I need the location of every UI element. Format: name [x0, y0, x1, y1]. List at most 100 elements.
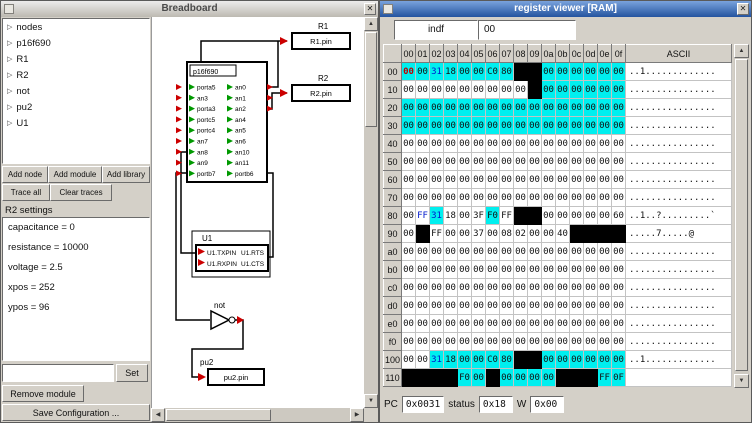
ram-cell[interactable]: 00	[444, 81, 458, 99]
ram-cell[interactable]: 00	[598, 297, 612, 315]
pin-label[interactable]: an5	[235, 128, 246, 135]
scroll-up-icon[interactable]: ▲	[364, 17, 378, 31]
attribute-item[interactable]: resistance = 10000	[3, 238, 149, 258]
ram-cell[interactable]: 00	[612, 315, 626, 333]
ram-cell[interactable]: 00	[570, 207, 584, 225]
ram-cell[interactable]: 00	[444, 279, 458, 297]
ram-cell[interactable]: 02	[514, 225, 528, 243]
ram-cell[interactable]: 00	[528, 369, 542, 387]
ram-cell[interactable]: 00	[402, 81, 416, 99]
ram-cell[interactable]: 00	[444, 99, 458, 117]
pin-label[interactable]: an0	[235, 85, 246, 92]
ram-cell[interactable]: 00	[612, 99, 626, 117]
pin-label[interactable]: an9	[197, 160, 208, 167]
ram-cell[interactable]: 00	[542, 369, 556, 387]
ram-cell[interactable]: 00	[416, 315, 430, 333]
ram-cell[interactable]: 00	[402, 63, 416, 81]
add-library-button[interactable]: Add library	[102, 166, 150, 183]
ram-cell[interactable]: 00	[556, 351, 570, 369]
ram-cell[interactable]: 00	[556, 171, 570, 189]
ram-cell[interactable]: 00	[458, 243, 472, 261]
ram-cell[interactable]: 00	[542, 261, 556, 279]
pin-label[interactable]: portc5	[197, 117, 215, 124]
ram-cell[interactable]: 00	[416, 81, 430, 99]
ram-cell[interactable]: 00	[598, 117, 612, 135]
ram-cell[interactable]: 00	[430, 315, 444, 333]
ram-cell[interactable]: 00	[570, 63, 584, 81]
ram-cell[interactable]: 00	[514, 243, 528, 261]
ram-cell[interactable]: 00	[458, 135, 472, 153]
ram-cell[interactable]: FF	[416, 207, 430, 225]
ram-cell[interactable]: 00	[556, 333, 570, 351]
add-node-button[interactable]: Add node	[2, 166, 48, 183]
ram-cell[interactable]: 00	[486, 171, 500, 189]
expander-icon[interactable]: ▷	[7, 103, 12, 111]
ram-cell[interactable]: 00	[486, 81, 500, 99]
ram-cell[interactable]: 00	[402, 315, 416, 333]
ram-cell[interactable]: 00	[542, 117, 556, 135]
ram-cell[interactable]: 00	[416, 243, 430, 261]
ram-cell[interactable]: 00	[458, 207, 472, 225]
expander-icon[interactable]: ▷	[7, 71, 12, 79]
ram-cell[interactable]: 00	[514, 297, 528, 315]
ram-cell[interactable]: 31	[430, 63, 444, 81]
pin-label[interactable]: an3	[197, 95, 208, 102]
ram-cell[interactable]: 00	[458, 189, 472, 207]
ram-cell[interactable]: 00	[584, 261, 598, 279]
ram-cell[interactable]: 00	[430, 117, 444, 135]
remove-module-button[interactable]: Remove module	[2, 385, 84, 402]
breadboard-titlebar[interactable]: Breadboard ✕	[1, 1, 378, 17]
ram-cell[interactable]: 00	[598, 81, 612, 99]
ram-cell[interactable]: 08	[500, 225, 514, 243]
ram-cell[interactable]: 00	[542, 225, 556, 243]
ram-cell[interactable]: F0	[458, 369, 472, 387]
ram-cell[interactable]: 00	[612, 117, 626, 135]
ram-cell[interactable]: 00	[416, 63, 430, 81]
ram-cell[interactable]: 00	[556, 207, 570, 225]
ram-cell[interactable]: 0F	[612, 369, 626, 387]
ram-cell[interactable]: 00	[416, 261, 430, 279]
tree-item-nodes[interactable]: ▷nodes	[3, 19, 149, 35]
ram-cell[interactable]: 00	[486, 189, 500, 207]
pin-label[interactable]: an1	[235, 95, 246, 102]
ram-cell[interactable]: 00	[612, 351, 626, 369]
ram-cell[interactable]: C0	[486, 63, 500, 81]
ram-cell[interactable]: 00	[556, 315, 570, 333]
ram-cell[interactable]: 00	[570, 297, 584, 315]
ram-cell[interactable]: 00	[416, 153, 430, 171]
ram-cell[interactable]: 00	[570, 117, 584, 135]
ram-cell[interactable]: 00	[458, 261, 472, 279]
ram-cell[interactable]: 00	[556, 189, 570, 207]
horizontal-scrollbar-thumb[interactable]	[166, 409, 271, 421]
ram-cell[interactable]: FF	[598, 369, 612, 387]
ram-cell[interactable]: 00	[444, 135, 458, 153]
ram-cell[interactable]: 00	[458, 99, 472, 117]
scroll-down-icon[interactable]: ▼	[734, 374, 749, 388]
ram-cell[interactable]: 00	[528, 225, 542, 243]
ram-cell[interactable]: 00	[486, 297, 500, 315]
ram-cell[interactable]: 00	[598, 135, 612, 153]
ram-cell[interactable]: 00	[598, 261, 612, 279]
ram-cell[interactable]: 18	[444, 351, 458, 369]
ram-cell[interactable]: F0	[486, 207, 500, 225]
ram-cell[interactable]: FF	[430, 225, 444, 243]
ram-cell[interactable]: 00	[472, 63, 486, 81]
ram-cell[interactable]: 00	[402, 297, 416, 315]
ram-cell[interactable]: 00	[542, 279, 556, 297]
ram-cell[interactable]: 00	[598, 63, 612, 81]
ram-cell[interactable]: 00	[528, 243, 542, 261]
ram-cell[interactable]: 00	[612, 171, 626, 189]
ram-cell[interactable]: 00	[444, 117, 458, 135]
ram-cell[interactable]: 00	[458, 153, 472, 171]
ram-cell[interactable]: 00	[528, 297, 542, 315]
ram-cell[interactable]: 40	[556, 225, 570, 243]
ram-cell[interactable]: 00	[486, 279, 500, 297]
ram-cell[interactable]: 00	[542, 333, 556, 351]
ram-cell[interactable]: 00	[514, 315, 528, 333]
ram-cell[interactable]: 00	[612, 279, 626, 297]
attribute-item[interactable]: ypos = 96	[3, 298, 149, 318]
ram-cell[interactable]: 00	[598, 153, 612, 171]
ram-cell[interactable]: 00	[542, 207, 556, 225]
ram-cell[interactable]: 00	[598, 189, 612, 207]
circuit-canvas[interactable]: R1 R1.pin R2 R2.pin p16f690 porta5an3por…	[151, 17, 364, 408]
